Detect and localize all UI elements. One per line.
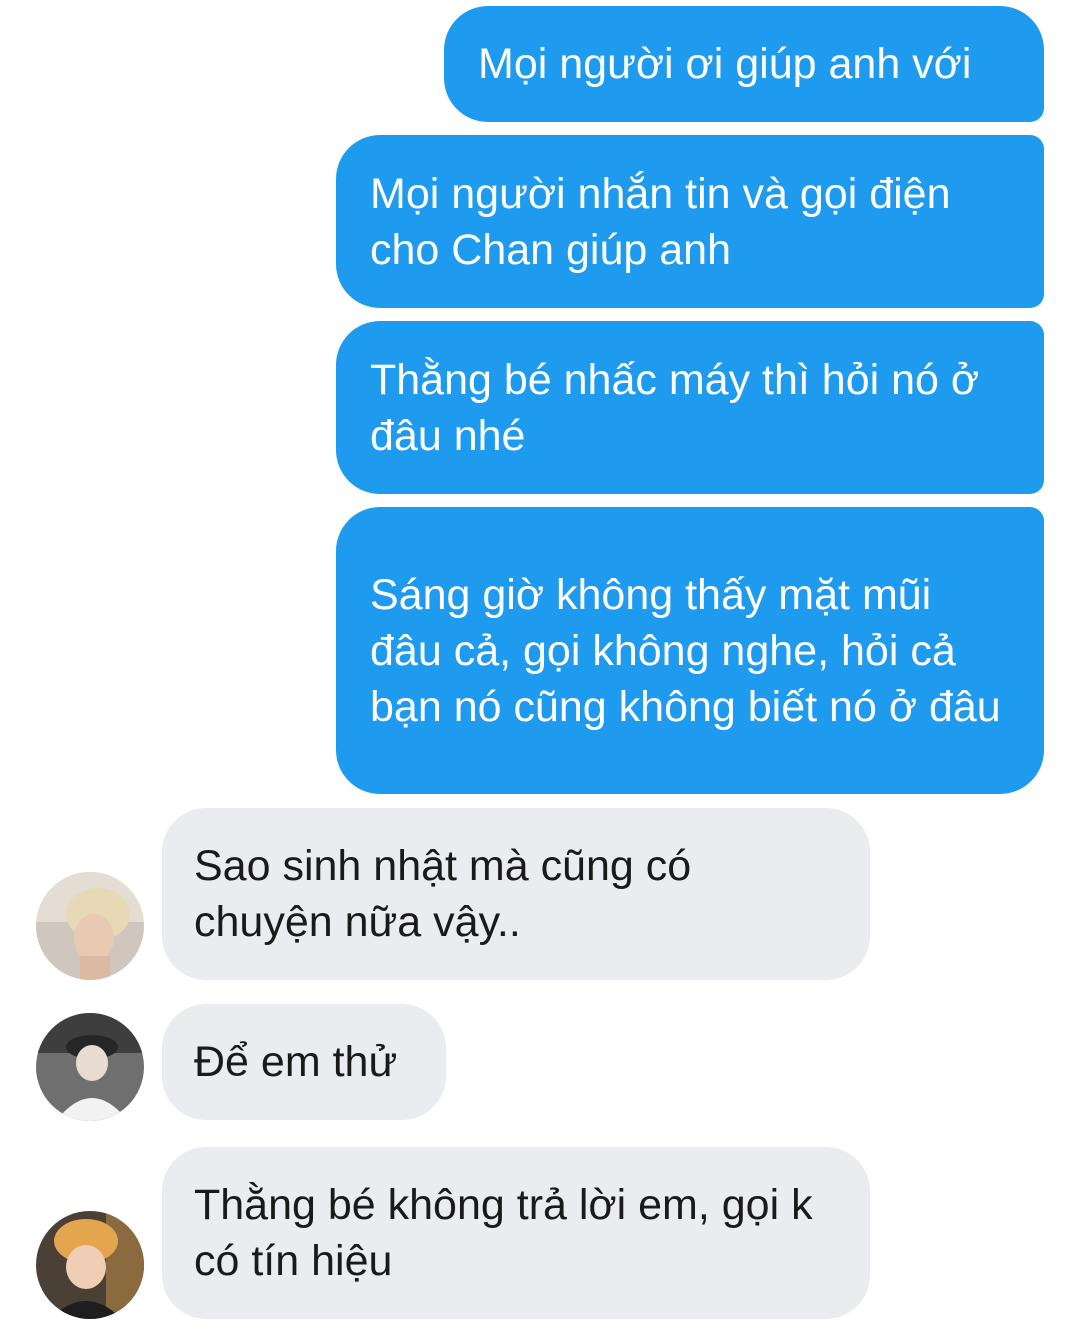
avatar-photo-icon — [36, 1211, 144, 1319]
message-text: Thằng bé không trả lời em, gọi k có tín … — [194, 1181, 813, 1285]
outgoing-message[interactable]: Mọi người ơi giúp anh với — [444, 6, 1044, 122]
avatar[interactable] — [36, 872, 144, 980]
message-text: Sáng giờ không thấy mặt mũi đâu cả, gọi … — [370, 570, 1001, 731]
incoming-message[interactable]: Thằng bé không trả lời em, gọi k có tín … — [162, 1147, 870, 1319]
outgoing-message[interactable]: Sáng giờ không thấy mặt mũi đâu cả, gọi … — [336, 507, 1044, 794]
message-text: Sao sinh nhật mà cũng có chuyện nữa vậy.… — [194, 842, 692, 946]
avatar[interactable] — [36, 1211, 144, 1319]
avatar-photo-icon — [36, 1013, 144, 1121]
avatar-photo-icon — [36, 872, 144, 980]
message-text: Thằng bé nhấc máy thì hỏi nó ở đâu nhé — [370, 355, 980, 460]
outgoing-message[interactable]: Mọi người nhắn tin và gọi điện cho Chan … — [336, 135, 1044, 308]
avatar[interactable] — [36, 1013, 144, 1121]
message-text: Mọi người nhắn tin và gọi điện cho Chan … — [370, 169, 951, 274]
message-text: Để em thử — [194, 1038, 398, 1086]
incoming-message[interactable]: Để em thử — [162, 1004, 446, 1120]
outgoing-message[interactable]: Thằng bé nhấc máy thì hỏi nó ở đâu nhé — [336, 321, 1044, 494]
message-text: Mọi người ơi giúp anh với — [478, 40, 972, 88]
incoming-message[interactable]: Sao sinh nhật mà cũng có chuyện nữa vậy.… — [162, 808, 870, 980]
